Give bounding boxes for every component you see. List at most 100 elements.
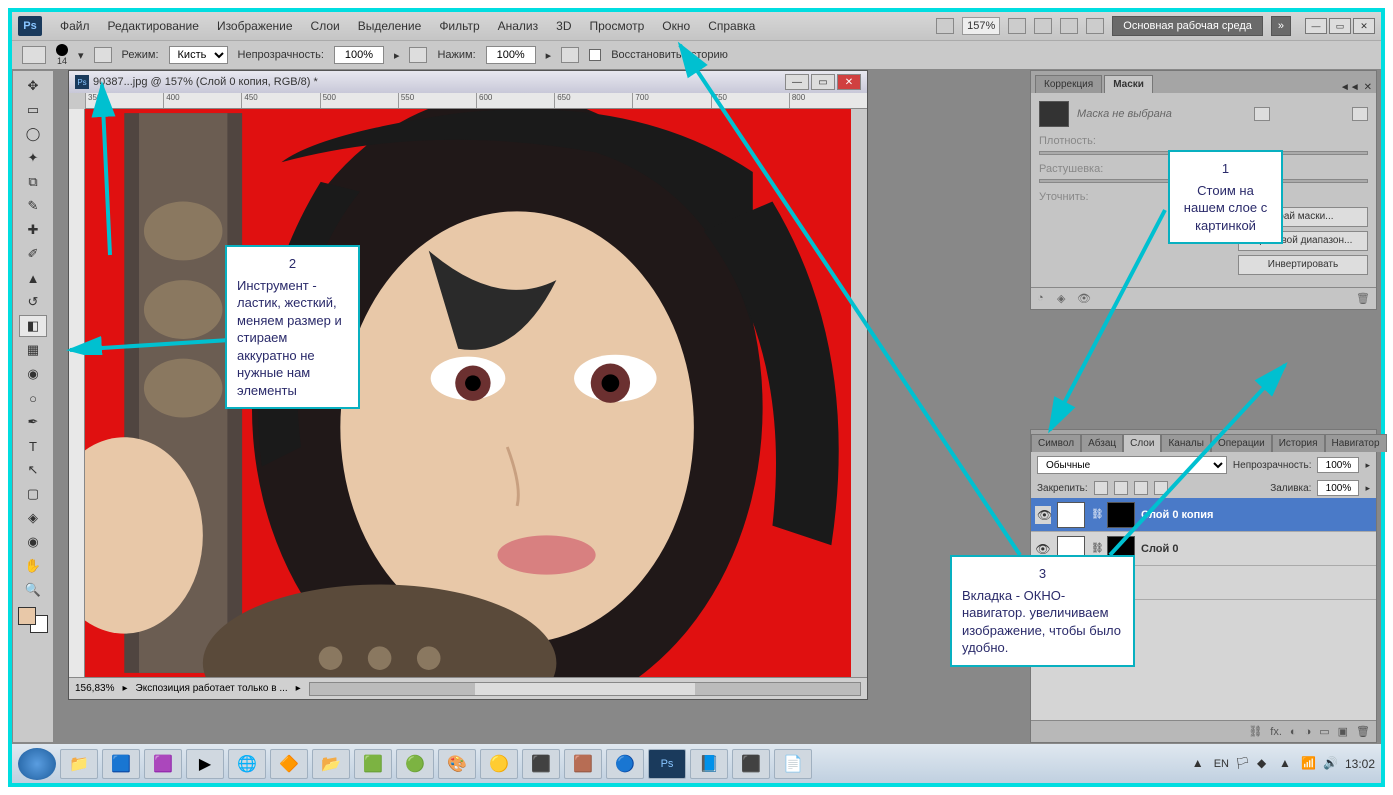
clock[interactable]: 13:02 [1345,757,1375,771]
zoom-icon[interactable] [1034,18,1052,34]
panel-close-icon[interactable]: ✕ [1364,82,1372,93]
horizontal-scrollbar[interactable] [309,682,861,696]
3d-tool[interactable]: ◈ [19,507,47,529]
taskbar-app3[interactable]: 🔶 [270,749,308,779]
taskbar-paint[interactable]: 🎨 [438,749,476,779]
status-info-icon[interactable]: ▸ [122,683,127,694]
group-icon[interactable]: ▭ [1319,725,1329,738]
menu-file[interactable]: Файл [52,15,98,37]
arrange-icon[interactable] [1060,18,1078,34]
tab-correction[interactable]: Коррекция [1035,75,1102,93]
tab-channels[interactable]: Каналы [1161,434,1211,452]
vector-mask-icon[interactable] [1352,107,1368,121]
eraser-icon[interactable] [22,46,46,64]
lock-pixels-icon[interactable] [1114,481,1128,495]
tray-arrow-icon[interactable]: ▲ [1192,756,1208,772]
brush-tool[interactable]: ✐ [19,243,47,265]
path-tool[interactable]: ↖ [19,459,47,481]
doc-minimize[interactable]: — [785,74,809,90]
hand-tool[interactable]: ✋ [19,555,47,577]
menu-view[interactable]: Просмотр [581,15,652,37]
tab-layers[interactable]: Слои [1123,434,1161,452]
doc-maximize[interactable]: ▭ [811,74,835,90]
lock-position-icon[interactable] [1134,481,1148,495]
menu-filter[interactable]: Фильтр [431,15,487,37]
taskbar-app4[interactable]: 🟩 [354,749,392,779]
maximize-button[interactable]: ▭ [1329,18,1351,34]
menu-analysis[interactable]: Анализ [490,15,547,37]
menu-window[interactable]: Окно [654,15,698,37]
brush-preview[interactable] [56,44,68,56]
opacity-arrow-icon[interactable]: ▸ [1365,460,1370,471]
mask-thumbnail[interactable] [1107,502,1135,528]
fill-arrow-icon[interactable]: ▸ [1365,483,1370,494]
screen-icon[interactable] [1086,18,1104,34]
new-layer-icon[interactable]: ▣ [1338,725,1348,738]
menu-image[interactable]: Изображение [209,15,301,37]
3d-cam-tool[interactable]: ◉ [19,531,47,553]
taskbar-app6[interactable]: ⬛ [522,749,560,779]
history-brush-tool[interactable]: ↺ [19,291,47,313]
close-button[interactable]: ✕ [1353,18,1375,34]
adjustment-icon[interactable]: ◑ [1305,726,1312,738]
dodge-tool[interactable]: ○ [19,387,47,409]
taskbar-folder[interactable]: 📂 [312,749,350,779]
taskbar-app2[interactable]: 🟪 [144,749,182,779]
workspace-button[interactable]: Основная рабочая среда [1112,16,1263,36]
blur-tool[interactable]: ◉ [19,363,47,385]
layer-row[interactable]: 👁 ⛓ Слой 0 копия [1031,498,1376,532]
restore-checkbox[interactable] [589,49,601,61]
wand-tool[interactable]: ✦ [19,147,47,169]
taskbar-explorer[interactable]: 📁 [60,749,98,779]
minimize-button[interactable]: — [1305,18,1327,34]
start-button[interactable] [18,748,56,780]
delete-layer-icon[interactable]: 🗑 [1356,725,1370,738]
mode-select[interactable]: Кисть [169,46,228,64]
layer-name[interactable]: Слой 0 [1141,543,1178,555]
color-swatches[interactable] [18,607,48,633]
network-icon[interactable]: 📶 [1301,756,1317,772]
heal-tool[interactable]: ✚ [19,219,47,241]
zoom-input[interactable]: 157% [962,17,1000,35]
apply-mask-icon[interactable]: ◈ [1057,292,1071,306]
load-selection-icon[interactable]: ◔ [1037,292,1051,306]
panel-collapse-icon[interactable]: ◄◄ [1340,82,1360,93]
lasso-tool[interactable]: ◯ [19,123,47,145]
fx-icon[interactable]: fx. [1270,726,1282,738]
status-arrow-icon[interactable]: ▸ [296,683,301,694]
tab-history[interactable]: История [1272,434,1325,452]
type-tool[interactable]: T [19,435,47,457]
taskbar-word[interactable]: 📘 [690,749,728,779]
shape-tool[interactable]: ▢ [19,483,47,505]
brush-panel-icon[interactable] [94,47,112,63]
tablet-pressure-icon[interactable] [409,47,427,63]
tray-icon-2[interactable]: ▲ [1279,756,1295,772]
menu-edit[interactable]: Редактирование [100,15,207,37]
eyedropper-tool[interactable]: ✎ [19,195,47,217]
stamp-tool[interactable]: ▲ [19,267,47,289]
taskbar-app7[interactable]: 🟫 [564,749,602,779]
marquee-tool[interactable]: ▭ [19,99,47,121]
flow-arrow-icon[interactable]: ▸ [546,49,552,62]
blend-mode-select[interactable]: Обычные [1037,456,1227,474]
gradient-tool[interactable]: ▦ [19,339,47,361]
menu-select[interactable]: Выделение [350,15,430,37]
taskbar-media[interactable]: ▶ [186,749,224,779]
tab-navigator[interactable]: Навигатор [1325,434,1387,452]
workspace-chevron[interactable]: » [1271,16,1291,36]
disable-mask-icon[interactable]: 👁 [1077,292,1091,306]
visibility-icon[interactable]: 👁 [1035,542,1051,556]
delete-mask-icon[interactable]: 🗑 [1356,292,1370,306]
link-layers-icon[interactable]: ⛓ [1248,725,1262,738]
taskbar-chrome[interactable]: 🌐 [228,749,266,779]
taskbar-photoshop[interactable]: Ps [648,749,686,779]
tray-icon-1[interactable]: ◆ [1257,756,1273,772]
tab-paragraph[interactable]: Абзац [1081,434,1123,452]
lang-indicator[interactable]: EN [1214,758,1229,770]
brush-dropdown-icon[interactable]: ▾ [78,49,84,62]
taskbar-app8[interactable]: ⬛ [732,749,770,779]
opacity-arrow-icon[interactable]: ▸ [394,49,400,62]
taskbar-app1[interactable]: 🟦 [102,749,140,779]
invert-button[interactable]: Инвертировать [1238,255,1368,275]
flow-input[interactable] [486,46,536,64]
